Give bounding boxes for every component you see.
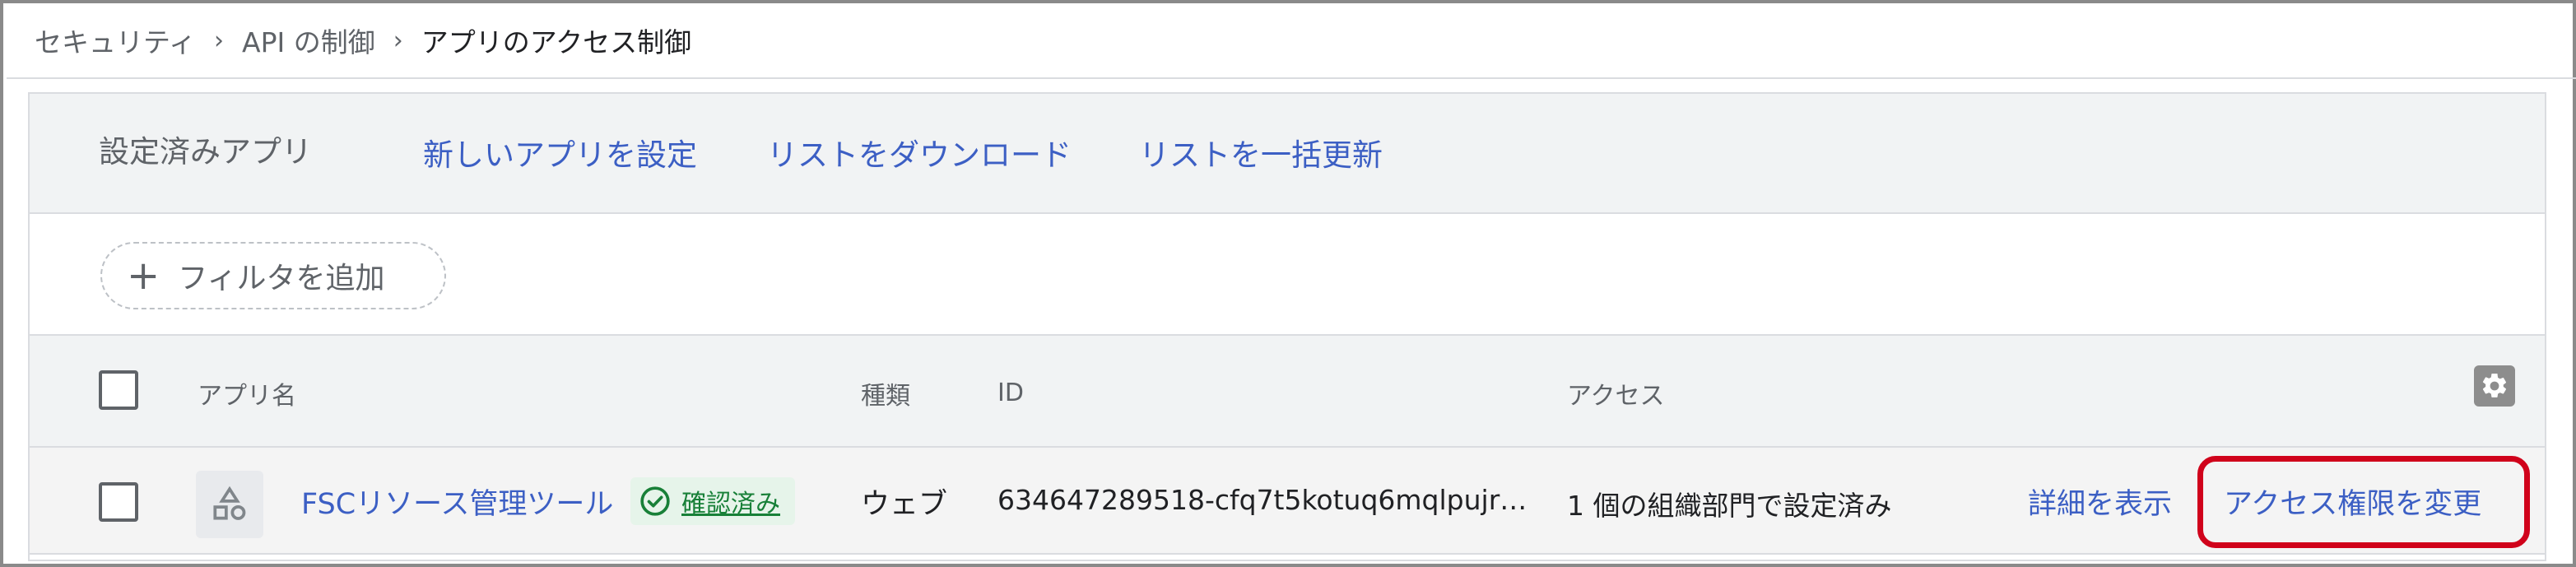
breadcrumb-app-access-control: アプリのアクセス制御	[421, 26, 692, 58]
app-id: 634647289518-cfq7t5kotuq6mqlpujr…	[997, 484, 1527, 516]
add-filter-button[interactable]: + フィルタを追加	[100, 242, 446, 309]
plus-icon: +	[127, 253, 160, 299]
download-list-link[interactable]: リストをダウンロード	[767, 130, 1072, 174]
app-name-link[interactable]: FSCリソース管理ツール	[301, 481, 613, 523]
verified-status-link[interactable]: 確認済み	[681, 483, 780, 519]
check-circle-icon	[640, 486, 670, 516]
column-settings-button[interactable]	[2474, 365, 2515, 407]
column-header-type[interactable]: 種類	[861, 375, 910, 411]
app-shapes-icon	[213, 486, 246, 520]
app-type: ウェブ	[861, 488, 948, 521]
row-checkbox[interactable]	[99, 482, 138, 522]
app-icon	[196, 471, 263, 538]
breadcrumb-security[interactable]: セキュリティ	[35, 21, 196, 60]
change-access-link[interactable]: アクセス権限を変更	[2224, 481, 2481, 523]
breadcrumb: セキュリティ › API の制御 › アプリのアクセス制御	[35, 15, 691, 66]
column-header-app-name[interactable]: アプリ名	[198, 375, 296, 411]
table-row: FSCリソース管理ツール 確認済み ウェブ 634647289518-cfq7t…	[30, 448, 2545, 555]
chevron-right-icon: ›	[393, 26, 403, 55]
table-header: アプリ名 種類 ID アクセス	[30, 334, 2545, 448]
breadcrumb-api-controls[interactable]: API の制御	[242, 21, 375, 60]
card-title: 設定済みアプリ	[99, 134, 312, 170]
gear-icon	[2482, 373, 2507, 397]
breadcrumb-divider	[7, 77, 2576, 79]
select-all-checkbox[interactable]	[99, 370, 138, 410]
column-header-id[interactable]: ID	[997, 379, 1024, 407]
access-status: 1 個の組織部門で設定済み	[1567, 490, 1892, 522]
verified-badge: 確認済み	[630, 477, 795, 525]
add-filter-label: フィルタを追加	[178, 262, 385, 295]
card-toolbar: 設定済みアプリ 新しいアプリを設定 リストをダウンロード リストを一括更新	[30, 94, 2545, 214]
app-frame: セキュリティ › API の制御 › アプリのアクセス制御 設定済みアプリ 新し…	[0, 0, 2576, 567]
configured-apps-card: 設定済みアプリ 新しいアプリを設定 リストをダウンロード リストを一括更新 + …	[28, 92, 2546, 561]
bulk-update-list-link[interactable]: リストを一括更新	[1139, 130, 1383, 174]
chevron-right-icon: ›	[214, 26, 225, 55]
view-details-link[interactable]: 詳細を表示	[2028, 481, 2172, 523]
column-header-access[interactable]: アクセス	[1567, 375, 1665, 411]
configure-new-app-link[interactable]: 新しいアプリを設定	[423, 130, 697, 174]
